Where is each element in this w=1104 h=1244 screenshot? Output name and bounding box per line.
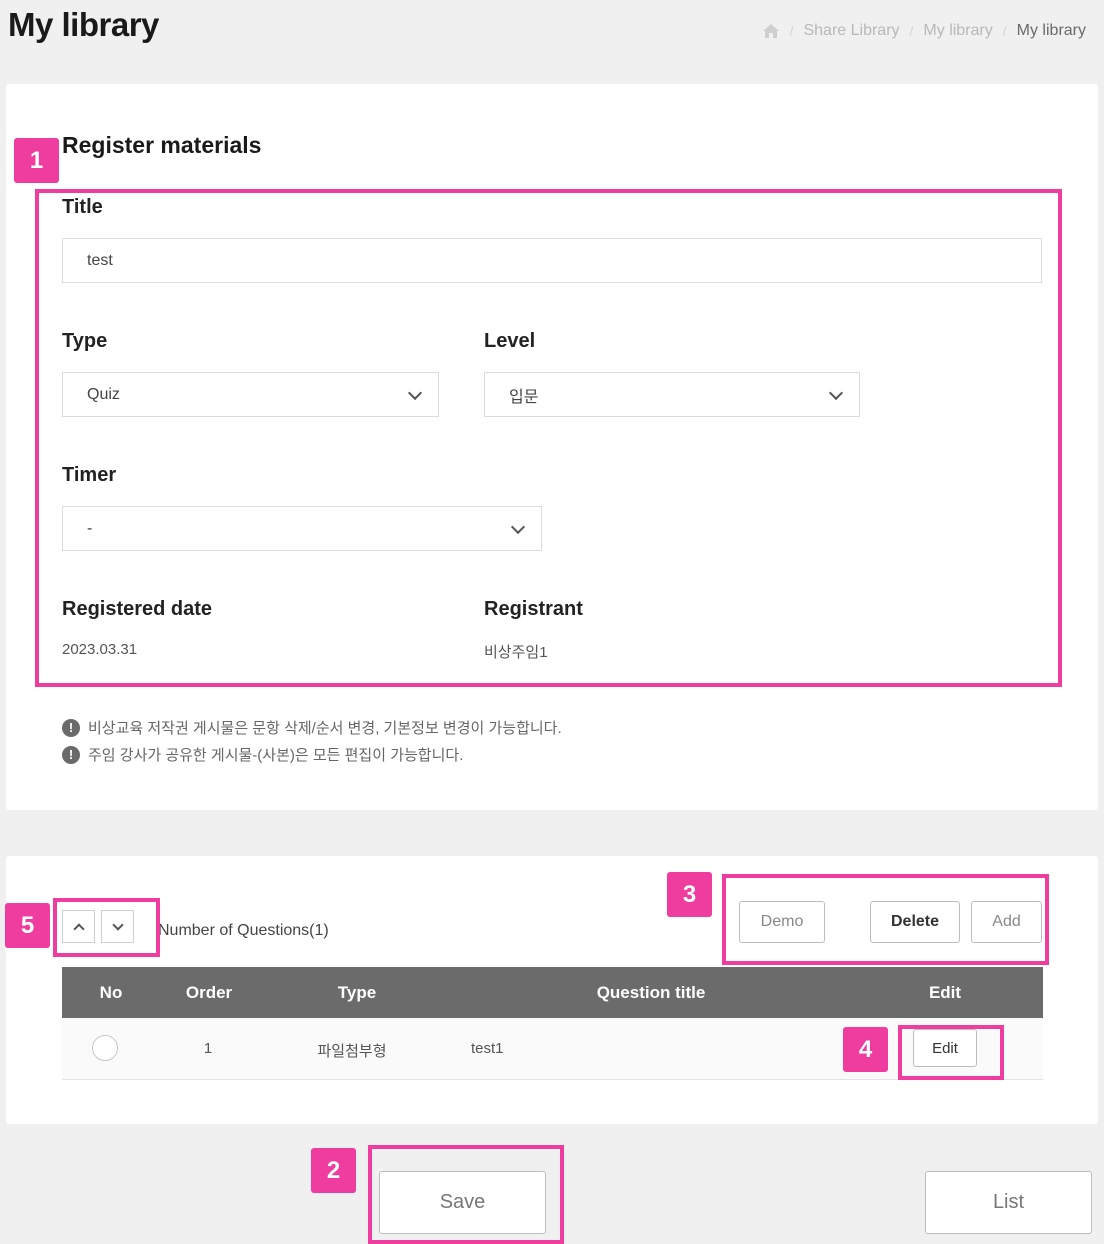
row-order: 1 bbox=[203, 1040, 213, 1057]
annotation-badge-5: 5 bbox=[5, 903, 50, 948]
column-header-no: No bbox=[99, 983, 123, 1002]
row-question-title: test1 bbox=[471, 1040, 504, 1057]
home-icon[interactable] bbox=[762, 23, 780, 39]
annotation-box-4 bbox=[898, 1025, 1004, 1080]
annotation-box-1 bbox=[35, 189, 1062, 687]
column-header-order: Order bbox=[185, 983, 233, 1002]
row-select-radio[interactable] bbox=[92, 1035, 118, 1061]
breadcrumb-separator: / bbox=[1002, 23, 1007, 39]
table-header: No Order Type Question title Edit bbox=[62, 967, 1043, 1018]
breadcrumb: / Share Library / My library / My librar… bbox=[762, 22, 1086, 40]
annotation-badge-4: 4 bbox=[843, 1027, 888, 1072]
annotation-box-3 bbox=[722, 874, 1049, 965]
annotation-badge-3: 3 bbox=[667, 872, 712, 917]
notice-text: 주임 강사가 공유한 게시물-(사본)은 모든 편집이 가능합니다. bbox=[88, 747, 464, 764]
column-header-type: Type bbox=[337, 983, 377, 1002]
exclamation-icon: ! bbox=[62, 745, 80, 764]
section-title: Register materials bbox=[62, 132, 262, 158]
question-count: Number of Questions(1) bbox=[158, 922, 329, 939]
column-header-question-title: Question title bbox=[596, 983, 706, 1002]
breadcrumb-separator: / bbox=[789, 23, 794, 39]
annotation-badge-1: 1 bbox=[14, 138, 59, 183]
breadcrumb-separator: / bbox=[909, 23, 914, 39]
list-button[interactable]: List bbox=[925, 1171, 1092, 1234]
page-title: My library bbox=[8, 6, 159, 43]
row-type: 파일첨부형 bbox=[317, 1043, 387, 1060]
breadcrumb-item-my-library[interactable]: My library bbox=[923, 22, 992, 40]
exclamation-icon: ! bbox=[62, 718, 80, 737]
notice-item: ! 주임 강사가 공유한 게시물-(사본)은 모든 편집이 가능합니다. bbox=[62, 744, 463, 765]
breadcrumb-item-current: My library bbox=[1016, 22, 1086, 39]
table-row: 1 파일첨부형 test1 Edit bbox=[62, 1018, 1043, 1080]
annotation-box-5 bbox=[53, 898, 160, 957]
breadcrumb-item-share-library[interactable]: Share Library bbox=[803, 22, 899, 40]
annotation-badge-2: 2 bbox=[311, 1148, 356, 1193]
notice-item: ! 비상교육 저작권 게시물은 문항 삭제/순서 변경, 기본정보 변경이 가능… bbox=[62, 717, 562, 738]
column-header-edit: Edit bbox=[928, 983, 962, 1002]
notice-text: 비상교육 저작권 게시물은 문항 삭제/순서 변경, 기본정보 변경이 가능합니… bbox=[88, 720, 562, 737]
annotation-box-2 bbox=[368, 1145, 564, 1244]
